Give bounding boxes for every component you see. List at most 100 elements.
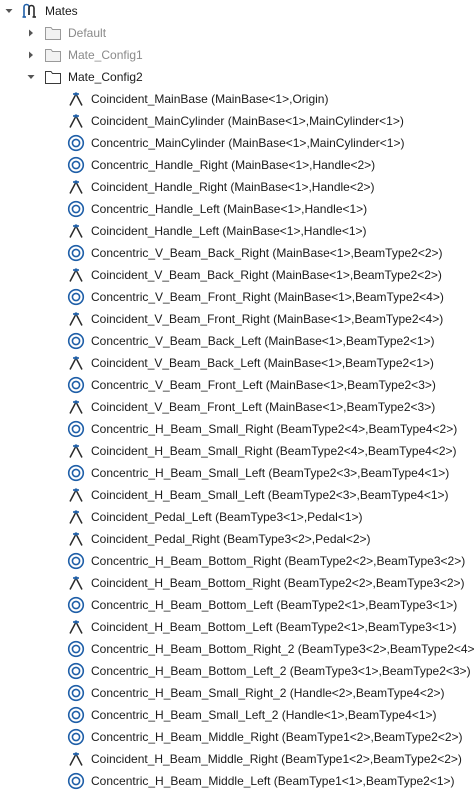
mate-item-label: Concentric_H_Beam_Small_Right (BeamType2… (91, 422, 458, 436)
mate-item-label: Coincident_H_Beam_Small_Left (BeamType2<… (91, 488, 449, 502)
mate-item[interactable]: Concentric_H_Beam_Small_Left (BeamType2<… (0, 462, 474, 484)
mate-item[interactable]: Coincident_Handle_Right (MainBase<1>,Han… (0, 176, 474, 198)
concentric-mate-icon (67, 244, 85, 262)
mate-item-label: Concentric_H_Beam_Small_Left (BeamType2<… (91, 466, 450, 480)
mate-item[interactable]: Concentric_V_Beam_Front_Left (MainBase<1… (0, 374, 474, 396)
concentric-mate-icon (67, 728, 85, 746)
mate-item[interactable]: Concentric_MainCylinder (MainBase<1>,Mai… (0, 132, 474, 154)
mate-item[interactable]: Concentric_H_Beam_Bottom_Left_2 (BeamTyp… (0, 660, 474, 682)
coincident-mate-icon (67, 178, 85, 196)
concentric-mate-icon (67, 640, 85, 658)
tree-node-label: Mate_Config1 (68, 48, 143, 62)
tree-node-label: Default (68, 26, 107, 40)
concentric-mate-icon (67, 684, 85, 702)
coincident-mate-icon (67, 750, 85, 768)
mate-item-label: Coincident_H_Beam_Bottom_Right (BeamType… (91, 576, 465, 590)
concentric-mate-icon (67, 134, 85, 152)
mate-item-label: Coincident_Handle_Left (MainBase<1>,Hand… (91, 224, 367, 238)
chevron-right-icon[interactable] (26, 28, 36, 38)
mate-item[interactable]: Coincident_V_Beam_Back_Left (MainBase<1>… (0, 352, 474, 374)
coincident-mate-icon (67, 508, 85, 526)
mate-item-label: Coincident_Pedal_Right (BeamType3<2>,Ped… (91, 532, 371, 546)
coincident-mate-icon (67, 266, 85, 284)
mate-item-label: Concentric_Handle_Left (MainBase<1>,Hand… (91, 202, 368, 216)
mate-item-label: Concentric_MainCylinder (MainBase<1>,Mai… (91, 136, 405, 150)
concentric-mate-icon (67, 706, 85, 724)
tree-node-folder-mate-config2[interactable]: Mate_Config2 (0, 66, 474, 88)
mate-item[interactable]: Concentric_V_Beam_Back_Right (MainBase<1… (0, 242, 474, 264)
mate-item[interactable]: Concentric_H_Beam_Small_Left_2 (Handle<1… (0, 704, 474, 726)
mate-item[interactable]: Concentric_Handle_Left (MainBase<1>,Hand… (0, 198, 474, 220)
mate-item-label: Concentric_H_Beam_Bottom_Left (BeamType2… (91, 598, 458, 612)
mate-item[interactable]: Concentric_V_Beam_Back_Left (MainBase<1>… (0, 330, 474, 352)
concentric-mate-icon (67, 200, 85, 218)
mate-item[interactable]: Coincident_V_Beam_Front_Right (MainBase<… (0, 308, 474, 330)
mate-item-label: Concentric_V_Beam_Back_Left (MainBase<1>… (91, 334, 435, 348)
mate-item[interactable]: Concentric_H_Beam_Bottom_Left (BeamType2… (0, 594, 474, 616)
mate-item[interactable]: Coincident_Handle_Left (MainBase<1>,Hand… (0, 220, 474, 242)
chevron-right-icon[interactable] (26, 50, 36, 60)
mate-item-label: Concentric_H_Beam_Middle_Right (BeamType… (91, 730, 463, 744)
mate-item[interactable]: Coincident_H_Beam_Middle_Right (BeamType… (0, 748, 474, 770)
mate-item-label: Concentric_V_Beam_Front_Right (MainBase<… (91, 290, 444, 304)
mate-item-label: Concentric_H_Beam_Small_Right_2 (Handle<… (91, 686, 445, 700)
coincident-mate-icon (67, 354, 85, 372)
coincident-mate-icon (67, 486, 85, 504)
mates-tree: Mates Default Mate_Config1 Mate_Config2 … (0, 0, 474, 791)
tree-node-folder-mate-config1[interactable]: Mate_Config1 (0, 44, 474, 66)
mate-item[interactable]: Concentric_H_Beam_Bottom_Right (BeamType… (0, 550, 474, 572)
mate-item[interactable]: Coincident_Pedal_Right (BeamType3<2>,Ped… (0, 528, 474, 550)
mate-item[interactable]: Coincident_MainCylinder (MainBase<1>,Mai… (0, 110, 474, 132)
mate-item-label: Coincident_V_Beam_Front_Left (MainBase<1… (91, 400, 436, 414)
concentric-mate-icon (67, 772, 85, 790)
concentric-mate-icon (67, 332, 85, 350)
coincident-mate-icon (67, 574, 85, 592)
mate-item-label: Coincident_MainCylinder (MainBase<1>,Mai… (91, 114, 404, 128)
mate-item[interactable]: Coincident_V_Beam_Back_Right (MainBase<1… (0, 264, 474, 286)
concentric-mate-icon (67, 552, 85, 570)
mate-item-label: Coincident_Handle_Right (MainBase<1>,Han… (91, 180, 375, 194)
concentric-mate-icon (67, 156, 85, 174)
mate-item-label: Coincident_H_Beam_Bottom_Left (BeamType2… (91, 620, 457, 634)
mate-item[interactable]: Coincident_Pedal_Left (BeamType3<1>,Peda… (0, 506, 474, 528)
tree-node-mates[interactable]: Mates (0, 0, 474, 22)
mate-item[interactable]: Concentric_Handle_Right (MainBase<1>,Han… (0, 154, 474, 176)
mate-item[interactable]: Coincident_V_Beam_Front_Left (MainBase<1… (0, 396, 474, 418)
chevron-down-icon[interactable] (4, 6, 14, 16)
mate-item[interactable]: Concentric_H_Beam_Small_Right_2 (Handle<… (0, 682, 474, 704)
concentric-mate-icon (67, 662, 85, 680)
tree-node-folder-default[interactable]: Default (0, 22, 474, 44)
concentric-mate-icon (67, 288, 85, 306)
mate-item-label: Coincident_H_Beam_Small_Right (BeamType2… (91, 444, 457, 458)
coincident-mate-icon (67, 310, 85, 328)
coincident-mate-icon (67, 222, 85, 240)
mate-item-label: Concentric_V_Beam_Front_Left (MainBase<1… (91, 378, 436, 392)
mate-item[interactable]: Concentric_V_Beam_Front_Right (MainBase<… (0, 286, 474, 308)
mates-icon (21, 2, 39, 20)
mate-item[interactable]: Coincident_H_Beam_Bottom_Left (BeamType2… (0, 616, 474, 638)
mate-item-label: Coincident_V_Beam_Back_Left (MainBase<1>… (91, 356, 434, 370)
mate-item[interactable]: Coincident_H_Beam_Bottom_Right (BeamType… (0, 572, 474, 594)
folder-icon (44, 68, 62, 86)
mate-item[interactable]: Concentric_H_Beam_Middle_Left (BeamType1… (0, 770, 474, 792)
mate-item-label: Concentric_H_Beam_Bottom_Left_2 (BeamTyp… (91, 664, 471, 678)
chevron-down-icon[interactable] (26, 72, 36, 82)
mate-item[interactable]: Concentric_H_Beam_Small_Right (BeamType2… (0, 418, 474, 440)
folder-icon (44, 46, 62, 64)
mate-item[interactable]: Coincident_H_Beam_Small_Left (BeamType2<… (0, 484, 474, 506)
mate-item-label: Concentric_Handle_Right (MainBase<1>,Han… (91, 158, 376, 172)
mate-item[interactable]: Concentric_H_Beam_Middle_Right (BeamType… (0, 726, 474, 748)
coincident-mate-icon (67, 530, 85, 548)
tree-node-label: Mates (45, 4, 78, 18)
coincident-mate-icon (67, 442, 85, 460)
mate-item-label: Coincident_H_Beam_Middle_Right (BeamType… (91, 752, 462, 766)
mate-item-label: Coincident_V_Beam_Back_Right (MainBase<1… (91, 268, 442, 282)
folder-icon (44, 24, 62, 42)
mate-item[interactable]: Coincident_MainBase (MainBase<1>,Origin) (0, 88, 474, 110)
mate-item[interactable]: Coincident_H_Beam_Small_Right (BeamType2… (0, 440, 474, 462)
mate-item-label: Concentric_H_Beam_Small_Left_2 (Handle<1… (91, 708, 437, 722)
concentric-mate-icon (67, 420, 85, 438)
mate-item-label: Coincident_MainBase (MainBase<1>,Origin) (91, 92, 329, 106)
mate-item-label: Coincident_V_Beam_Front_Right (MainBase<… (91, 312, 444, 326)
mate-item[interactable]: Concentric_H_Beam_Bottom_Right_2 (BeamTy… (0, 638, 474, 660)
